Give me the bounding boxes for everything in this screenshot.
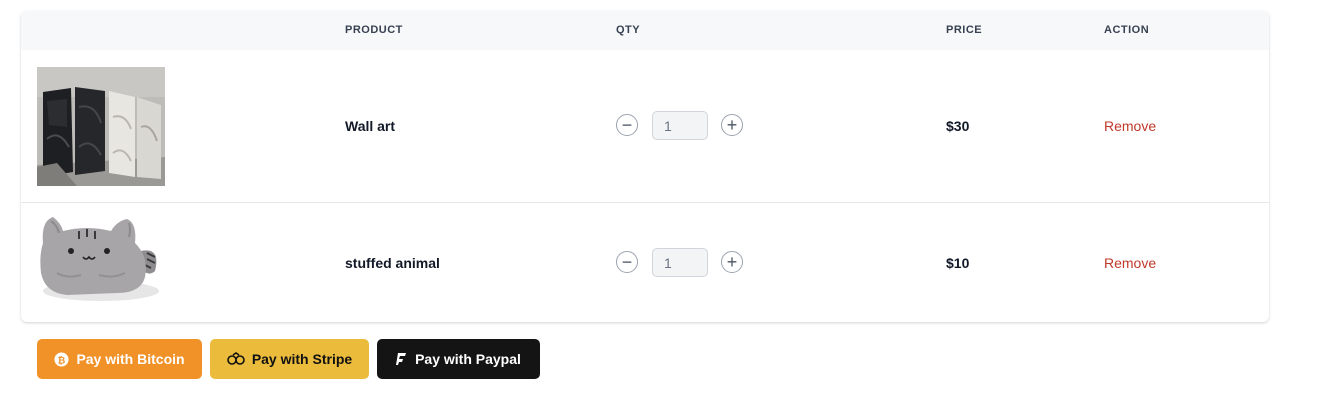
product-price: $10 (946, 255, 970, 271)
cart-table: PRODUCT QTY PRICE ACTION Wall art − 1 + … (21, 11, 1269, 322)
stripe-icon (227, 352, 245, 366)
remove-link[interactable]: Remove (1104, 255, 1156, 271)
wall-art-image (37, 67, 165, 186)
table-header: PRODUCT QTY PRICE ACTION (21, 11, 1269, 50)
pay-with-bitcoin-button[interactable]: ₿ Pay with Bitcoin (37, 339, 202, 379)
wall-art-photo-icon (37, 67, 165, 186)
table-row: stuffed animal − + $10 Remove (21, 203, 1269, 322)
stuffed-cat-photo-icon (37, 207, 165, 319)
header-qty: QTY (616, 24, 641, 36)
increase-quantity-button[interactable]: + (721, 114, 743, 136)
header-price: PRICE (946, 24, 983, 36)
remove-link[interactable]: Remove (1104, 118, 1156, 134)
increase-quantity-button[interactable]: + (721, 251, 743, 273)
pay-with-paypal-button[interactable]: Pay with Paypal (377, 339, 540, 379)
pay-with-bitcoin-label: Pay with Bitcoin (76, 351, 185, 367)
product-price: $30 (946, 118, 970, 134)
bitcoin-icon: ₿ (54, 351, 69, 367)
header-action: ACTION (1104, 24, 1150, 36)
decrease-quantity-button[interactable]: − (616, 114, 638, 136)
paypal-icon (396, 352, 408, 366)
product-name: Wall art (345, 118, 396, 134)
decrease-quantity-button[interactable]: − (616, 251, 638, 273)
quantity-stepper: − + (616, 111, 756, 141)
table-row: Wall art − + $30 Remove (21, 50, 1269, 203)
quantity-stepper: − + (616, 248, 756, 278)
svg-text:₿: ₿ (58, 355, 66, 366)
header-product: PRODUCT (345, 24, 403, 36)
quantity-input[interactable] (652, 248, 708, 277)
stuffed-animal-image (37, 207, 165, 319)
pay-with-paypal-label: Pay with Paypal (415, 351, 521, 367)
pay-with-stripe-button[interactable]: Pay with Stripe (210, 339, 369, 379)
product-name: stuffed animal (345, 255, 440, 271)
pay-with-stripe-label: Pay with Stripe (251, 351, 353, 367)
quantity-input[interactable] (652, 111, 708, 140)
